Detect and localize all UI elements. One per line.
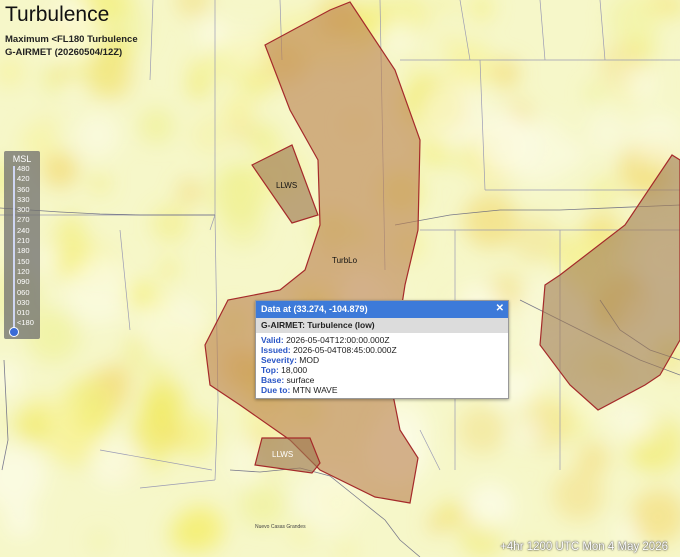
popup-header-text: Data at (33.274, -104.879): [261, 304, 368, 314]
popup-body: Valid: 2026-05-04T12:00:00.000Z Issued: …: [256, 333, 508, 398]
field-value: surface: [286, 375, 315, 385]
turbulence-blob: [4, 505, 37, 538]
turbulence-blob: [563, 145, 585, 166]
turbulence-blob: [511, 215, 558, 263]
product-subtitle: Maximum <FL180 Turbulence: [5, 34, 138, 45]
legend-slider-track[interactable]: [13, 166, 15, 331]
legend-label: 240: [17, 225, 30, 235]
turbulence-blob: [552, 469, 604, 521]
turbulence-blob: [457, 405, 506, 455]
legend-slider-handle[interactable]: [9, 327, 19, 337]
legend-title: MSL: [12, 154, 32, 164]
turbulence-blob: [467, 482, 514, 530]
turbulence-blob: [590, 178, 618, 206]
turbulence-blob: [12, 408, 51, 446]
field-value: MTN WAVE: [292, 385, 338, 395]
legend-label: 010: [17, 308, 30, 318]
legend-label: 030: [17, 297, 30, 307]
turbulence-blob: [227, 26, 269, 68]
turbulence-blob: [74, 112, 121, 159]
legend-label: 090: [17, 277, 30, 287]
turbulence-blob: [167, 517, 203, 553]
legend-label: 210: [17, 236, 30, 246]
turbulence-blob: [427, 513, 448, 534]
turbulence-blob: [439, 33, 457, 50]
legend-label: 360: [17, 184, 30, 194]
field-value: MOD: [299, 355, 320, 365]
valid-time-label: +4hr 1200 UTC Mon 4 May 2026: [500, 541, 668, 553]
field-key: Severity:: [261, 355, 297, 365]
turbulence-blob: [37, 112, 60, 135]
turbulence-blob: [176, 179, 203, 206]
field-key: Due to:: [261, 385, 291, 395]
turbulence-blob: [190, 115, 230, 155]
turbulence-blob: [139, 108, 174, 144]
data-popup: Data at (33.274, -104.879) ✕ G-AIRMET: T…: [255, 300, 509, 399]
legend-labels: 480 420 360 330 300 270 240 210 180 150 …: [17, 164, 34, 329]
field-key: Top:: [261, 365, 279, 375]
legend-label: 420: [17, 174, 30, 184]
legend-label: 480: [17, 164, 30, 173]
turbulence-blob: [622, 66, 658, 102]
turbulence-blob: [136, 295, 207, 365]
close-icon[interactable]: ✕: [496, 302, 504, 315]
page-title: Turbulence: [5, 3, 110, 26]
legend-label: 120: [17, 266, 30, 276]
product-issue: G-AIRMET (20260504/12Z): [5, 47, 123, 58]
popup-subheader: G-AIRMET: Turbulence (low): [256, 318, 508, 333]
altitude-legend[interactable]: MSL 480 420 360 330 300 270 240 210 180 …: [4, 151, 40, 339]
city-label-nuevo-casas-grandes: Nuevo Casas Grandes: [255, 524, 306, 530]
turbulence-blob: [585, 110, 630, 156]
turbulence-blob: [401, 52, 430, 80]
legend-label: 180: [17, 246, 30, 256]
turbulence-blob: [60, 75, 87, 101]
map-canvas[interactable]: LLWS TurbLo LLWS Nuevo Casas Grandes: [0, 0, 680, 557]
turbulence-blob: [615, 405, 656, 446]
turbulence-blob: [90, 436, 140, 487]
popup-row-valid: Valid: 2026-05-04T12:00:00.000Z: [261, 335, 503, 345]
legend-label: 300: [17, 205, 30, 215]
field-key: Base:: [261, 375, 285, 385]
turbulence-blob: [187, 75, 210, 98]
popup-row-due-to: Due to: MTN WAVE: [261, 385, 503, 395]
field-key: Issued:: [261, 345, 291, 355]
legend-label: 270: [17, 215, 30, 225]
field-key: Valid:: [261, 335, 284, 345]
llws-south-label: LLWS: [272, 450, 293, 459]
legend-label: 150: [17, 256, 30, 266]
turbulence-blob: [219, 202, 265, 248]
turbulence-blob: [79, 403, 111, 435]
turbulence-blob: [239, 481, 286, 528]
popup-row-issued: Issued: 2026-05-04T08:45:00.000Z: [261, 345, 503, 355]
turbulence-blob: [222, 93, 254, 125]
field-value: 2026-05-04T12:00:00.000Z: [286, 335, 390, 345]
field-value: 2026-05-04T08:45:00.000Z: [293, 345, 397, 355]
turbulence-label: TurbLo: [332, 256, 358, 265]
turbulence-blob: [89, 531, 109, 552]
turbulence-blob: [64, 257, 133, 326]
turbulence-blob: [586, 85, 603, 102]
popup-row-top: Top: 18,000: [261, 365, 503, 375]
field-value: 18,000: [281, 365, 308, 375]
popup-header: Data at (33.274, -104.879) ✕: [256, 301, 508, 318]
popup-row-base: Base: surface: [261, 375, 503, 385]
turbulence-blob: [507, 119, 573, 185]
turbulence-blob: [491, 59, 520, 88]
turbulence-blob: [159, 259, 179, 279]
legend-label: 060: [17, 287, 30, 297]
popup-row-severity: Severity: MOD: [261, 355, 503, 365]
turbulence-blob: [141, 380, 186, 425]
turbulence-blob: [383, 21, 418, 55]
turbulence-blob: [151, 204, 190, 244]
turbulence-blob: [104, 360, 134, 390]
turbulence-blob: [198, 19, 228, 49]
legend-label: 330: [17, 194, 30, 204]
llws-north-label: LLWS: [276, 181, 297, 190]
legend-label: <180: [17, 318, 34, 328]
turbulence-blob: [89, 172, 111, 194]
turbulence-blob: [512, 419, 540, 447]
turbulence-blob: [249, 124, 279, 154]
turbulence-blob: [463, 193, 518, 249]
